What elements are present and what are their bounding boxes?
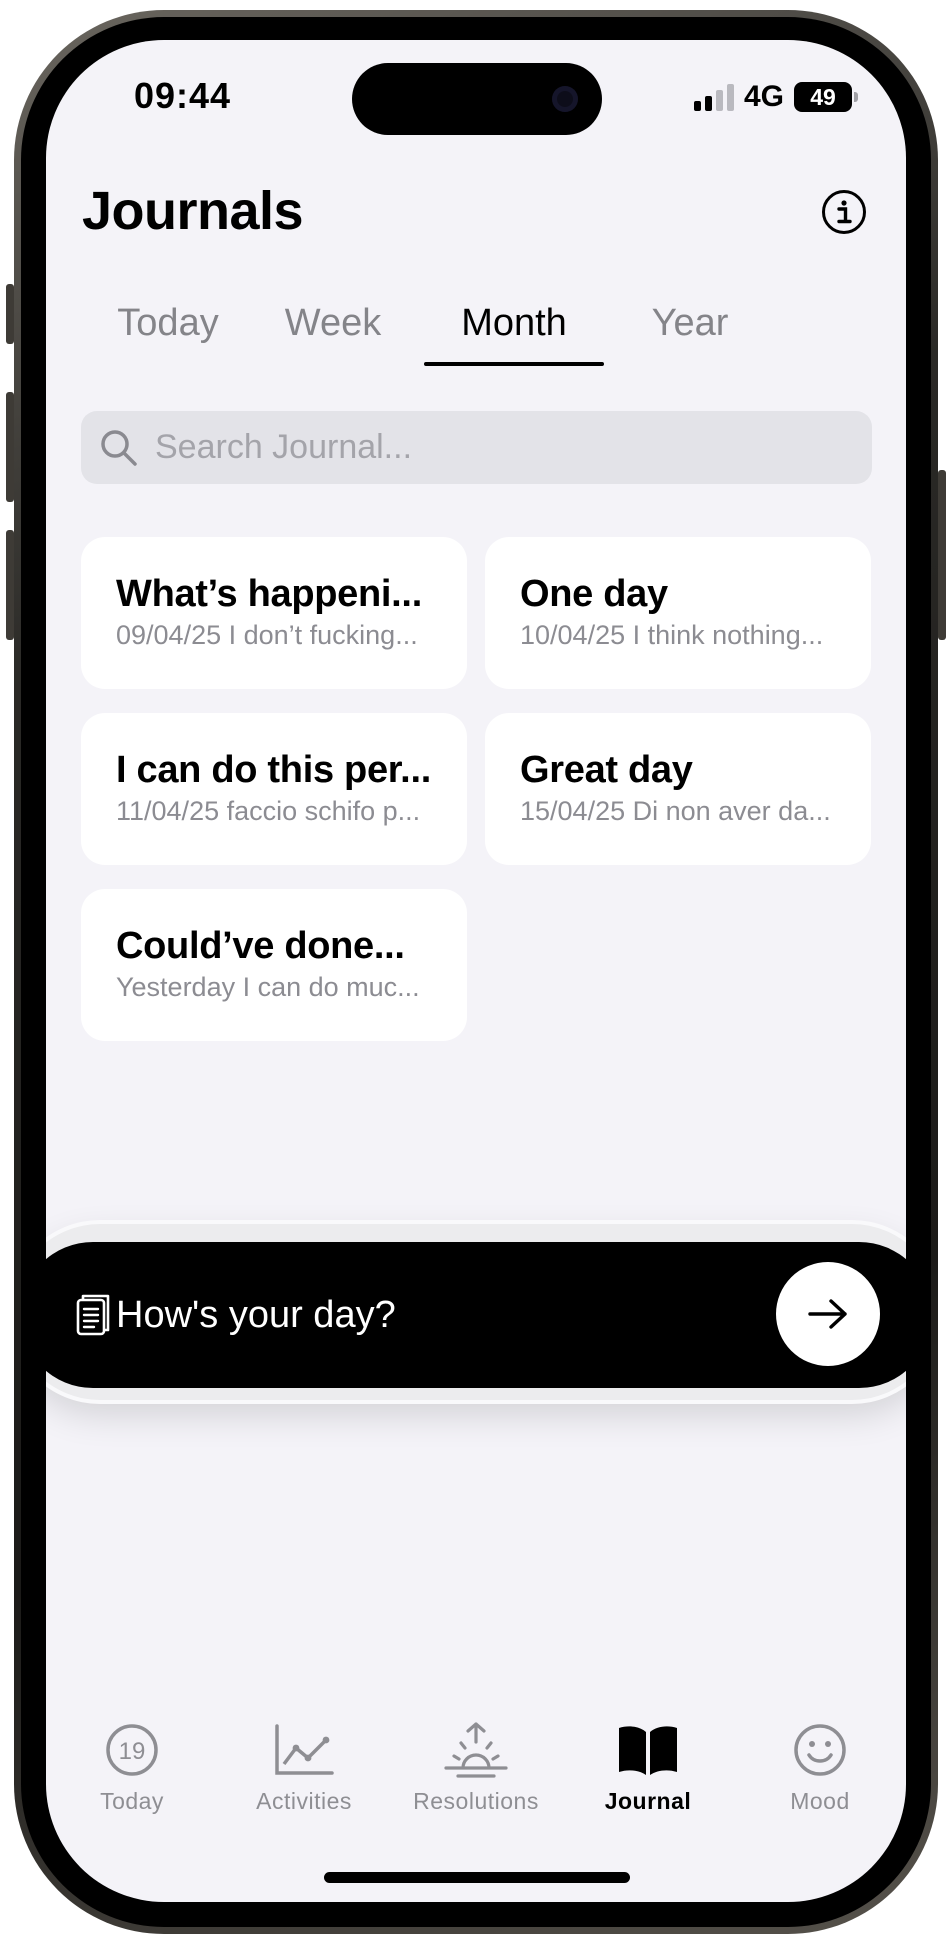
journal-card[interactable]: I can do this per... 11/04/25 faccio sch… — [81, 713, 467, 865]
period-tabs: Today Week Month Year — [108, 302, 828, 366]
card-preview: 10/04/25 I think nothing... — [520, 620, 824, 650]
tab-label: Year — [651, 302, 729, 344]
tab-week[interactable]: Week — [268, 302, 398, 362]
power-button — [938, 470, 946, 640]
info-icon[interactable] — [822, 190, 866, 234]
sunrise-icon — [444, 1722, 508, 1778]
dynamic-island — [352, 63, 602, 135]
book-open-icon — [619, 1726, 677, 1775]
signal-icon — [693, 83, 734, 111]
card-title: What’s happeni... — [116, 573, 422, 615]
journal-card[interactable]: Great day 15/04/25 Di non aver da... — [485, 713, 871, 865]
journal-card[interactable]: What’s happeni... 09/04/25 I don’t fucki… — [81, 537, 467, 689]
network-type: 4G — [743, 80, 784, 113]
card-title: Great day — [520, 749, 693, 791]
volume-up-button — [6, 392, 14, 502]
tabbar-item-journal[interactable]: Journal — [562, 1720, 734, 1830]
tab-today[interactable]: Today — [108, 302, 228, 362]
search-icon — [101, 430, 137, 466]
page-title: Journals — [82, 181, 304, 241]
action-button — [6, 284, 14, 344]
search-input[interactable] — [155, 411, 845, 484]
tabbar-label: Today — [100, 1788, 164, 1814]
calendar-day-number: 19 — [119, 1738, 146, 1765]
volume-down-button — [6, 530, 14, 640]
send-button[interactable] — [776, 1262, 880, 1366]
tab-label: Today — [117, 302, 219, 344]
card-title: One day — [520, 573, 668, 615]
app-screen: 09:44 4G 49 Journals Today Week Month Ye… — [46, 40, 906, 1902]
tabbar-item-today[interactable]: 19 Today — [46, 1720, 218, 1830]
journal-card[interactable]: Could’ve done... Yesterday I can do muc.… — [81, 889, 467, 1041]
tabbar-item-activities[interactable]: Activities — [218, 1720, 390, 1830]
search-bar — [81, 411, 872, 484]
home-indicator[interactable] — [324, 1872, 630, 1883]
composer-input[interactable] — [116, 1242, 716, 1388]
card-preview: 15/04/25 Di non aver da... — [520, 796, 831, 826]
status-time: 09:44 — [134, 75, 232, 116]
tabbar-label: Journal — [604, 1788, 692, 1814]
arrow-right-icon — [808, 1299, 847, 1329]
battery-level: 49 — [810, 83, 836, 110]
tab-year[interactable]: Year — [630, 302, 750, 362]
chart-line-icon — [275, 1724, 334, 1775]
card-title: I can do this per... — [116, 749, 431, 791]
card-title: Could’ve done... — [116, 925, 405, 967]
composer-bar — [46, 1242, 906, 1388]
battery-icon: 49 — [794, 82, 858, 112]
tabbar-item-mood[interactable]: Mood — [734, 1720, 906, 1830]
tabbar-label: Activities — [256, 1788, 352, 1814]
camera-icon — [552, 86, 578, 112]
tab-month[interactable]: Month — [424, 302, 604, 366]
tab-label: Month — [461, 302, 567, 344]
bottom-tab-bar: 19 Today Activities Resolutions Journal … — [46, 1720, 906, 1830]
info-glyph — [837, 200, 852, 224]
tabbar-item-resolutions[interactable]: Resolutions — [390, 1720, 562, 1830]
card-preview: 09/04/25 I don’t fucking... — [116, 620, 418, 650]
tabbar-label: Resolutions — [413, 1788, 539, 1814]
tabbar-label: Mood — [790, 1788, 850, 1814]
smiley-icon — [794, 1724, 846, 1776]
card-preview: 11/04/25 faccio schifo p... — [116, 796, 421, 826]
journal-card[interactable]: One day 10/04/25 I think nothing... — [485, 537, 871, 689]
notebook-icon — [76, 1294, 110, 1336]
tab-label: Week — [284, 302, 382, 344]
calendar-day-icon: 19 — [106, 1724, 158, 1776]
card-preview: Yesterday I can do muc... — [116, 972, 420, 1002]
status-indicators: 4G 49 — [693, 80, 858, 114]
